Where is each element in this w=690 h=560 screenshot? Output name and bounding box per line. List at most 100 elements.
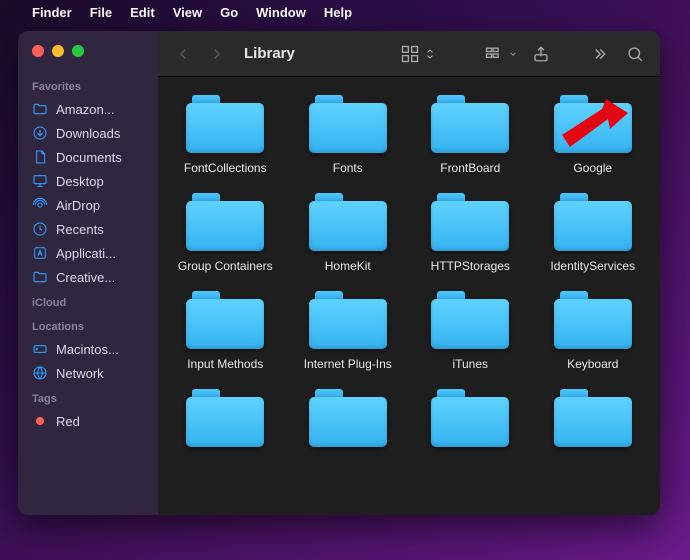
globe-icon [32, 365, 48, 381]
folder-internet-plug-ins[interactable]: Internet Plug-Ins [289, 291, 408, 371]
sidebar-section-favorites: Favorites [18, 73, 158, 97]
folder-icon [309, 389, 387, 447]
folder-group-containers[interactable]: Group Containers [166, 193, 285, 273]
folder-google[interactable]: Google [534, 95, 653, 175]
more-button[interactable] [590, 43, 612, 65]
folder-icon [554, 389, 632, 447]
folder-fonts[interactable]: Fonts [289, 95, 408, 175]
app-icon [32, 245, 48, 261]
folder-label: FontCollections [184, 161, 267, 175]
folder-itunes[interactable]: iTunes [411, 291, 530, 371]
view-mode-button[interactable] [400, 44, 436, 64]
clock-icon [32, 221, 48, 237]
folder-icon [186, 95, 264, 153]
folder-fontcollections[interactable]: FontCollections [166, 95, 285, 175]
dot-red-icon [32, 413, 48, 429]
folder-placeholder[interactable] [411, 389, 530, 455]
sidebar-item-documents[interactable]: Documents [18, 145, 158, 169]
sidebar-item-label: Documents [56, 150, 122, 165]
group-button[interactable] [484, 44, 518, 64]
folder-label: FrontBoard [440, 161, 500, 175]
menubar-view[interactable]: View [173, 5, 202, 20]
search-button[interactable] [624, 43, 646, 65]
folder-keyboard[interactable]: Keyboard [534, 291, 653, 371]
forward-button[interactable] [206, 43, 228, 65]
folder-icon [431, 95, 509, 153]
document-icon [32, 149, 48, 165]
folder-label: Fonts [333, 161, 363, 175]
back-button[interactable] [172, 43, 194, 65]
folder-httpstorages[interactable]: HTTPStorages [411, 193, 530, 273]
folder-icon [431, 291, 509, 349]
folder-title: Library [244, 45, 295, 62]
folder-input-methods[interactable]: Input Methods [166, 291, 285, 371]
download-icon [32, 125, 48, 141]
folder-placeholder[interactable] [534, 389, 653, 455]
folder-label: Google [573, 161, 612, 175]
folder-label: HomeKit [325, 259, 371, 273]
folder-icon [186, 291, 264, 349]
zoom-button[interactable] [72, 45, 84, 57]
folder-icon [32, 101, 48, 117]
sidebar-item-desktop[interactable]: Desktop [18, 169, 158, 193]
folder-icon [309, 291, 387, 349]
finder-window: Favorites Amazon... Downloads Documents Des… [18, 31, 660, 515]
folder-homekit[interactable]: HomeKit [289, 193, 408, 273]
sidebar-item-applicati[interactable]: Applicati... [18, 241, 158, 265]
macos-menubar: Finder File Edit View Go Window Help [0, 0, 690, 24]
sidebar-item-airdrop[interactable]: AirDrop [18, 193, 158, 217]
folder-icon [554, 95, 632, 153]
menubar-window[interactable]: Window [256, 5, 306, 20]
sidebar-section-icloud: iCloud [18, 289, 158, 313]
finder-toolbar: Library [158, 31, 660, 77]
sidebar-item-recents[interactable]: Recents [18, 217, 158, 241]
folder-content[interactable]: FontCollections Fonts FrontBoard Google Grou… [158, 77, 660, 515]
desktop-icon [32, 173, 48, 189]
folder-label: iTunes [452, 357, 488, 371]
finder-sidebar: Favorites Amazon... Downloads Documents Des… [18, 31, 158, 515]
menubar-edit[interactable]: Edit [130, 5, 155, 20]
sidebar-item-creative[interactable]: Creative... [18, 265, 158, 289]
folder-frontboard[interactable]: FrontBoard [411, 95, 530, 175]
sidebar-item-label: Desktop [56, 174, 104, 189]
sidebar-item-label: AirDrop [56, 198, 100, 213]
sidebar-item-label: Red [56, 414, 80, 429]
window-controls [18, 41, 158, 73]
sidebar-item-label: Amazon... [56, 102, 115, 117]
disk-icon [32, 341, 48, 357]
airdrop-icon [32, 197, 48, 213]
sidebar-item-amazon[interactable]: Amazon... [18, 97, 158, 121]
folder-icon [309, 95, 387, 153]
sidebar-item-red[interactable]: Red [18, 409, 158, 433]
minimize-button[interactable] [52, 45, 64, 57]
close-button[interactable] [32, 45, 44, 57]
folder-placeholder[interactable] [166, 389, 285, 455]
menubar-app[interactable]: Finder [32, 5, 72, 20]
folder-identityservices[interactable]: IdentityServices [534, 193, 653, 273]
folder-icon [431, 389, 509, 447]
folder-icon [309, 193, 387, 251]
folder-icon [554, 291, 632, 349]
folder-label: HTTPStorages [431, 259, 510, 273]
sidebar-item-label: Network [56, 366, 104, 381]
sidebar-item-downloads[interactable]: Downloads [18, 121, 158, 145]
menubar-file[interactable]: File [90, 5, 112, 20]
folder-icon [431, 193, 509, 251]
sidebar-item-label: Creative... [56, 270, 115, 285]
folder-icon [32, 269, 48, 285]
sidebar-item-macintos[interactable]: Macintos... [18, 337, 158, 361]
sidebar-section-locations: Locations [18, 313, 158, 337]
menubar-go[interactable]: Go [220, 5, 238, 20]
sidebar-item-label: Downloads [56, 126, 120, 141]
folder-icon [186, 193, 264, 251]
sidebar-item-label: Recents [56, 222, 104, 237]
sidebar-item-network[interactable]: Network [18, 361, 158, 385]
folder-label: Group Containers [178, 259, 273, 273]
share-button[interactable] [530, 43, 552, 65]
folder-placeholder[interactable] [289, 389, 408, 455]
folder-icon [554, 193, 632, 251]
folder-label: Keyboard [567, 357, 618, 371]
folder-label: Input Methods [187, 357, 263, 371]
menubar-help[interactable]: Help [324, 5, 352, 20]
sidebar-item-label: Macintos... [56, 342, 119, 357]
